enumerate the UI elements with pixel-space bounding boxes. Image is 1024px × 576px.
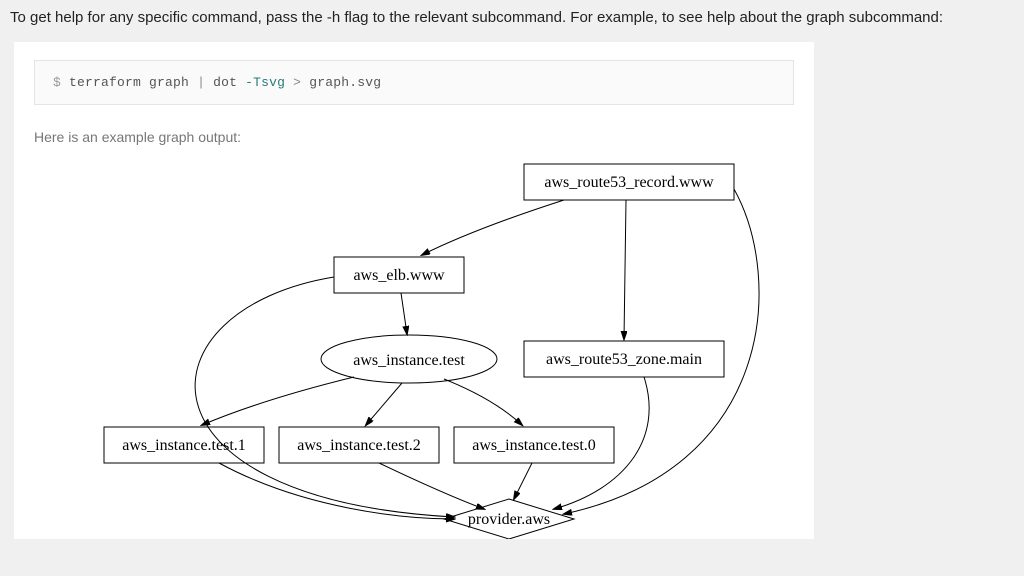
node-route53-record: aws_route53_record.www (544, 174, 714, 191)
node-route53-zone: aws_route53_zone.main (546, 351, 702, 368)
graph-caption: Here is an example graph output: (34, 129, 794, 145)
dependency-graph-svg: aws_route53_record.www aws_elb.www aws_i… (44, 159, 784, 539)
code-block: $ terraform graph | dot -Tsvg > graph.sv… (34, 60, 794, 105)
code-cmd-1: terraform graph (69, 75, 189, 90)
code-cmd-2: dot (213, 75, 237, 90)
shell-prompt: $ (53, 75, 61, 90)
node-elb: aws_elb.www (353, 267, 445, 284)
code-pipe: | (197, 75, 205, 90)
node-instance: aws_instance.test (353, 352, 465, 369)
node-inst2: aws_instance.test.2 (297, 437, 421, 454)
code-gt: > (293, 75, 301, 90)
node-inst0: aws_instance.test.0 (472, 437, 596, 454)
code-flag: -Tsvg (245, 75, 285, 90)
node-provider: provider.aws (468, 511, 550, 528)
graph-output: aws_route53_record.www aws_elb.www aws_i… (34, 159, 794, 539)
node-inst1: aws_instance.test.1 (122, 437, 246, 454)
intro-paragraph: To get help for any specific command, pa… (0, 0, 1024, 34)
code-output-file: graph.svg (309, 75, 381, 90)
doc-section: $ terraform graph | dot -Tsvg > graph.sv… (14, 42, 814, 539)
